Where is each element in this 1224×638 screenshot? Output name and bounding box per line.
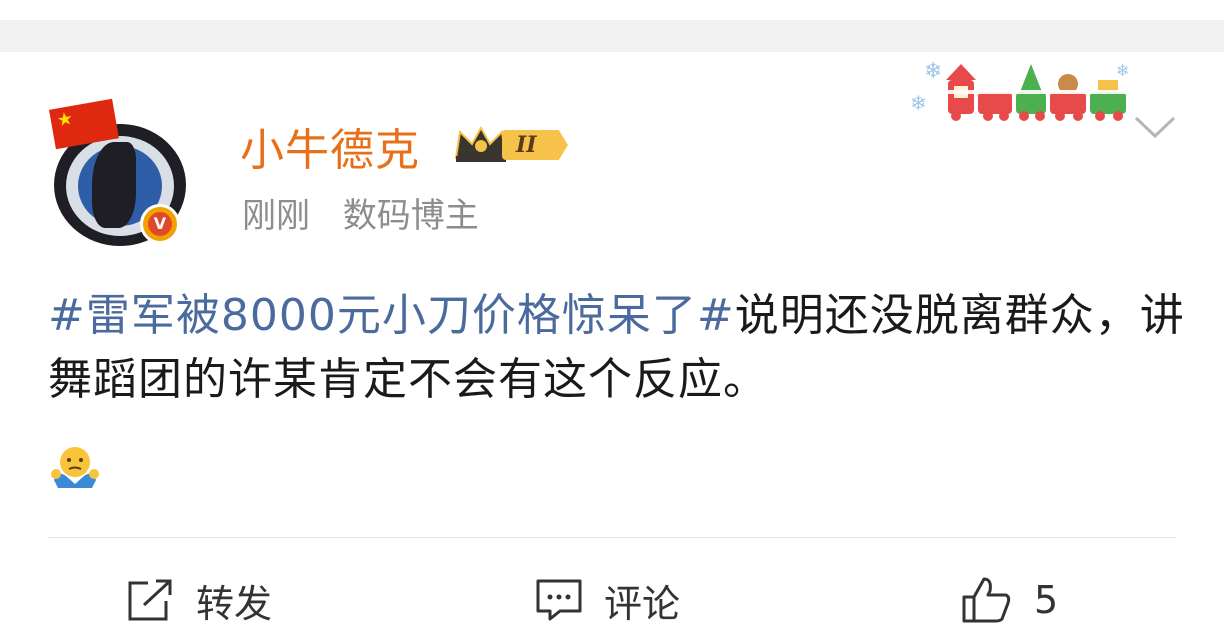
svg-text:❄: ❄ <box>1116 61 1129 80</box>
post-meta: 刚刚 数码博主 <box>242 188 479 237</box>
action-bar-divider <box>48 537 1176 538</box>
crown-icon <box>454 125 508 162</box>
comment-button[interactable]: 评论 <box>534 574 680 626</box>
hashtag-link[interactable]: #雷军被8000元小刀价格惊呆了# <box>48 290 735 341</box>
vip-badge[interactable]: II <box>452 122 582 166</box>
repost-icon <box>128 579 172 621</box>
comment-icon <box>536 579 582 621</box>
avatar[interactable]: ★ V <box>49 98 192 246</box>
repost-label: 转发 <box>196 581 273 626</box>
like-button[interactable]: 5 <box>960 574 1058 626</box>
comment-label: 评论 <box>604 581 681 626</box>
mavericks-horse-icon <box>92 142 136 228</box>
svg-text:❄: ❄ <box>910 91 927 115</box>
repost-button[interactable]: 转发 <box>126 574 272 626</box>
post-time: 刚刚 <box>242 196 310 236</box>
username[interactable]: 小牛德克 <box>240 114 420 178</box>
shrug-emoji-icon <box>51 447 99 488</box>
vip-level-number: II <box>516 132 537 158</box>
verified-badge-icon: V <box>140 204 180 244</box>
chevron-down-icon[interactable] <box>1132 112 1178 142</box>
christmas-train-icon: ❄ ❄ ❄ <box>910 59 1129 121</box>
post-text: #雷军被8000元小刀价格惊呆了#说明还没脱离群众，讲舞蹈团的许某肯定不会有这个… <box>48 284 1188 412</box>
like-count: 5 <box>1034 578 1059 622</box>
thumbs-up-icon <box>962 577 1011 623</box>
feed-separator <box>0 20 1224 52</box>
user-identity: 数码博主 <box>342 196 479 236</box>
svg-text:❄: ❄ <box>924 59 942 84</box>
